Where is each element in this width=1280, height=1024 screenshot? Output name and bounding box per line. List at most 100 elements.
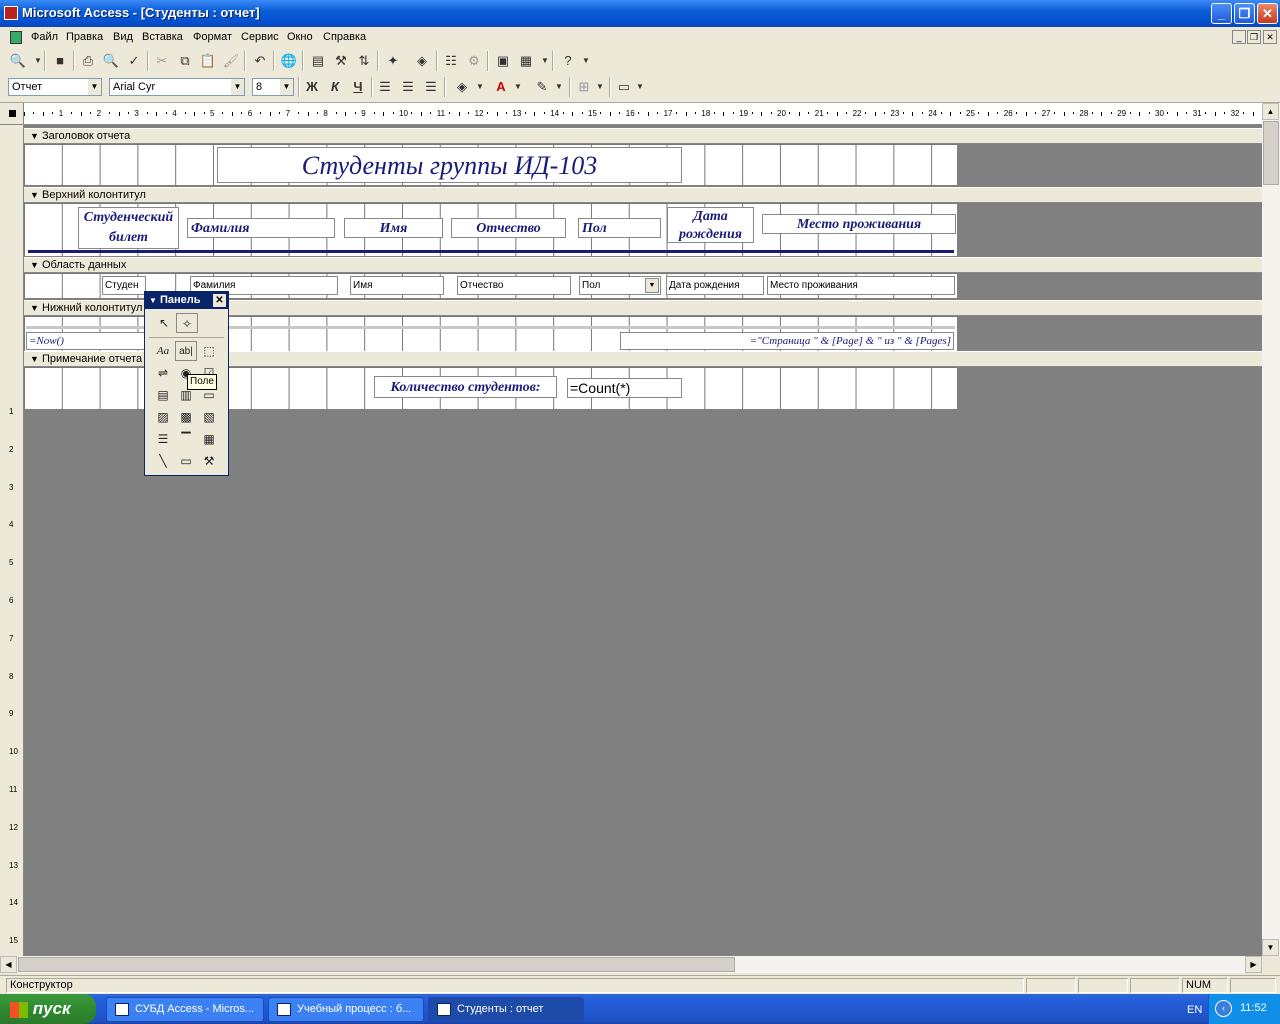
- align-right-icon[interactable]: ☰: [421, 77, 441, 97]
- copy-icon[interactable]: ⧉: [175, 51, 195, 71]
- border-dropdown-icon[interactable]: ▼: [590, 77, 610, 97]
- toolbox-icon[interactable]: ⚒: [331, 51, 351, 71]
- close-button[interactable]: ✕: [1257, 3, 1278, 24]
- header-label-residence[interactable]: Место проживания: [762, 214, 956, 234]
- footer-now-field[interactable]: =Now(): [26, 332, 146, 350]
- page-header-body[interactable]: Студенческий билет Фамилия Имя Отчество …: [24, 203, 957, 256]
- underline-button[interactable]: Ч: [348, 77, 368, 97]
- bold-button[interactable]: Ж: [302, 77, 322, 97]
- menu-file[interactable]: Файл: [31, 31, 58, 43]
- field-student-card[interactable]: Студен: [102, 276, 146, 295]
- select-objects-icon[interactable]: ↖: [153, 313, 175, 333]
- summary-label[interactable]: Количество студентов:: [374, 376, 557, 398]
- print-preview-icon[interactable]: 🔍: [101, 51, 121, 71]
- option-group-icon[interactable]: ⬚: [198, 341, 220, 361]
- align-left-icon[interactable]: ☰: [375, 77, 395, 97]
- header-label-surname[interactable]: Фамилия: [187, 218, 335, 238]
- menu-tools[interactable]: Сервис: [241, 31, 279, 43]
- menu-format[interactable]: Формат: [193, 31, 232, 43]
- field-residence[interactable]: Место проживания: [767, 276, 955, 295]
- horizontal-scroll-thumb[interactable]: [18, 957, 735, 972]
- menu-window[interactable]: Окно: [287, 31, 313, 43]
- font-combo[interactable]: Arial Cyr ▼: [109, 78, 245, 96]
- line-tool-icon[interactable]: ╲: [152, 451, 174, 471]
- subreport-icon[interactable]: ▦: [198, 429, 220, 449]
- tray-arrow-icon[interactable]: ‹: [1215, 1000, 1232, 1017]
- control-wizards-icon[interactable]: ✧: [176, 313, 198, 333]
- report-header-body[interactable]: Студенты группы ИД-103: [24, 144, 957, 185]
- italic-button[interactable]: К: [325, 77, 345, 97]
- scroll-right-icon[interactable]: ▶: [1245, 956, 1262, 973]
- field-birthdate[interactable]: Дата рождения: [666, 276, 764, 295]
- chevron-down-icon[interactable]: ▼: [88, 79, 101, 95]
- save-icon[interactable]: ■: [50, 51, 70, 71]
- combo-arrow-icon[interactable]: ▼: [645, 278, 659, 293]
- tab-control-icon[interactable]: ▔: [175, 429, 197, 449]
- object-combo[interactable]: Отчет ▼: [8, 78, 102, 96]
- vertical-scroll-thumb[interactable]: [1263, 121, 1279, 185]
- doc-restore-button[interactable]: ❐: [1247, 30, 1261, 44]
- menu-view[interactable]: Вид: [113, 31, 133, 43]
- section-detail[interactable]: ▼ Область данных: [24, 257, 1262, 273]
- field-gender[interactable]: Пол ▼: [579, 276, 661, 295]
- field-list-icon[interactable]: ▤: [308, 51, 328, 71]
- header-label-gender[interactable]: Пол: [578, 218, 661, 238]
- access-app-icon[interactable]: [4, 6, 18, 20]
- scroll-left-icon[interactable]: ◀: [0, 956, 17, 973]
- font-color-dropdown-icon[interactable]: ▼: [508, 77, 528, 97]
- cut-icon[interactable]: ✂: [152, 51, 172, 71]
- paste-icon[interactable]: 📋: [198, 51, 218, 71]
- header-label-name[interactable]: Имя: [344, 218, 443, 238]
- line-width-dropdown-icon[interactable]: ▼: [630, 77, 650, 97]
- font-size-combo[interactable]: 8 ▼: [252, 78, 294, 96]
- hyperlink-icon[interactable]: 🌐: [279, 51, 299, 71]
- chevron-down-icon[interactable]: ▼: [149, 296, 157, 305]
- line-color-dropdown-icon[interactable]: ▼: [549, 77, 569, 97]
- unbound-object-frame-icon[interactable]: ▩: [175, 407, 197, 427]
- combo-box-icon[interactable]: ▤: [152, 385, 174, 405]
- doc-minimize-button[interactable]: _: [1232, 30, 1246, 44]
- report-selector[interactable]: [0, 103, 24, 125]
- spelling-icon[interactable]: ✓: [124, 51, 144, 71]
- task-item-report[interactable]: Студенты : отчет: [428, 997, 584, 1022]
- header-label-patronymic[interactable]: Отчество: [451, 218, 566, 238]
- horizontal-scrollbar[interactable]: ◀ ▶: [0, 956, 1262, 973]
- task-item-database[interactable]: Учебный процесс : б...: [268, 997, 424, 1022]
- database-window-icon[interactable]: ▣: [493, 51, 513, 71]
- help-icon[interactable]: ?: [558, 51, 578, 71]
- minimize-button[interactable]: _: [1211, 3, 1232, 24]
- header-underline[interactable]: [28, 250, 954, 253]
- footer-page-field[interactable]: ="Страница " & [Page] & " из " & [Pages]: [620, 332, 954, 350]
- autoformat-icon[interactable]: ✦: [383, 51, 403, 71]
- print-icon[interactable]: ⎙: [78, 51, 98, 71]
- view-icon[interactable]: 🔍: [8, 51, 28, 71]
- builder-icon[interactable]: ⚙: [464, 51, 484, 71]
- section-report-header[interactable]: ▼ Заголовок отчета: [24, 128, 1262, 144]
- format-painter-icon[interactable]: 🖌: [221, 51, 241, 71]
- task-item-access-book[interactable]: СУБД Access - Micros...: [106, 997, 264, 1022]
- language-indicator[interactable]: EN: [1187, 1004, 1202, 1016]
- undo-icon[interactable]: ↶: [250, 51, 270, 71]
- report-title-label[interactable]: Студенты группы ИД-103: [217, 147, 682, 183]
- header-label-student-card[interactable]: Студенческий билет: [78, 207, 179, 249]
- start-button[interactable]: пуск: [0, 994, 96, 1024]
- label-tool-icon[interactable]: Aa: [152, 341, 174, 361]
- align-center-icon[interactable]: ☰: [398, 77, 418, 97]
- toolbox-title-bar[interactable]: ▼ Панель ✕: [145, 292, 228, 309]
- chevron-down-icon[interactable]: ▼: [231, 79, 244, 95]
- properties-icon[interactable]: ☷: [441, 51, 461, 71]
- fill-color-icon[interactable]: ◈: [452, 77, 472, 97]
- menu-insert[interactable]: Вставка: [142, 31, 183, 43]
- bound-object-frame-icon[interactable]: ▧: [198, 407, 220, 427]
- scroll-down-icon[interactable]: ▼: [1262, 939, 1279, 956]
- doc-close-button[interactable]: ✕: [1263, 30, 1277, 44]
- restore-button[interactable]: ❐: [1234, 3, 1255, 24]
- code-icon[interactable]: ◈: [412, 51, 432, 71]
- image-icon[interactable]: ▨: [152, 407, 174, 427]
- scroll-up-icon[interactable]: ▲: [1262, 103, 1279, 120]
- help-dropdown-icon[interactable]: ▼: [576, 51, 596, 71]
- rectangle-tool-icon[interactable]: ▭: [175, 451, 197, 471]
- new-object-icon[interactable]: ▦: [516, 51, 536, 71]
- menu-edit[interactable]: Правка: [66, 31, 103, 43]
- field-patronymic[interactable]: Отчество: [457, 276, 571, 295]
